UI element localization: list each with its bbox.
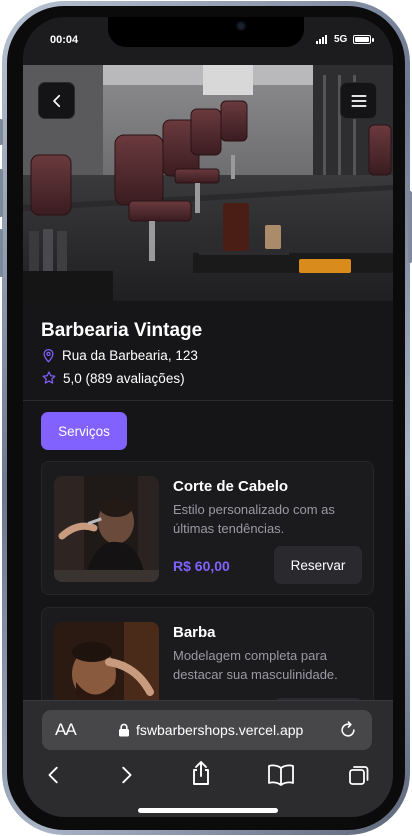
signal-icon — [316, 35, 327, 44]
service-price: R$ 60,00 — [173, 558, 230, 574]
silent-switch — [0, 119, 3, 145]
chevron-right-icon[interactable] — [115, 763, 137, 787]
rating-text: 5,0 (889 avaliações) — [63, 370, 185, 386]
shop-info: Barbearia Vintage Rua da Barbearia, 123 … — [23, 301, 393, 401]
network-type: 5G — [334, 34, 348, 45]
shop-rating: 5,0 (889 avaliações) — [41, 370, 185, 386]
chevron-left-icon — [52, 94, 60, 107]
service-description: Estilo personalizado com as últimas tend… — [173, 502, 335, 536]
menu-button[interactable] — [340, 82, 377, 119]
url-text: fswbarbershops.vercel.app — [136, 722, 304, 738]
volume-up-button — [0, 169, 3, 217]
service-description: Modelagem completa para destacar sua mas… — [173, 648, 338, 682]
service-title: Barba — [173, 624, 216, 641]
chevron-left-icon[interactable] — [43, 763, 65, 787]
home-indicator — [138, 808, 278, 813]
service-image — [54, 476, 159, 582]
map-pin-icon — [43, 348, 54, 363]
status-bar: 00:04 5G — [23, 17, 393, 65]
volume-down-button — [0, 229, 3, 277]
status-time: 00:04 — [50, 34, 79, 46]
tabs-icon[interactable] — [347, 763, 371, 787]
star-icon — [42, 371, 56, 384]
barbershop-hero-image — [23, 65, 393, 301]
battery-icon — [353, 35, 371, 44]
address-bar[interactable]: AA fswbarbershops.vercel.app — [42, 710, 372, 750]
reload-icon[interactable] — [338, 719, 358, 741]
lock-icon — [119, 723, 129, 737]
barbershop-photo — [23, 65, 393, 301]
screen: 00:04 5G Barbearia Vintage Rua da Barbea… — [23, 17, 393, 817]
section-divider — [23, 400, 393, 401]
notch — [108, 17, 304, 47]
url-display[interactable]: fswbarbershops.vercel.app — [118, 722, 303, 738]
back-button[interactable] — [38, 82, 75, 119]
front-camera — [236, 21, 246, 31]
service-title: Corte de Cabelo — [173, 478, 289, 495]
browser-nav — [23, 761, 393, 793]
tab-services[interactable]: Serviços — [41, 412, 127, 450]
power-button — [408, 191, 412, 263]
reserve-button[interactable]: Reservar — [274, 546, 362, 584]
menu-icon — [351, 94, 366, 107]
text-size-button[interactable]: AA — [55, 720, 77, 740]
shop-address: Rua da Barbearia, 123 — [41, 348, 198, 363]
address-text: Rua da Barbearia, 123 — [62, 348, 198, 363]
shop-name: Barbearia Vintage — [41, 320, 203, 341]
bookmarks-icon[interactable] — [267, 763, 295, 787]
share-icon[interactable] — [189, 759, 213, 787]
service-card: Corte de Cabelo Estilo personalizado com… — [41, 461, 374, 595]
browser-toolbar: AA fswbarbershops.vercel.app — [23, 700, 393, 817]
